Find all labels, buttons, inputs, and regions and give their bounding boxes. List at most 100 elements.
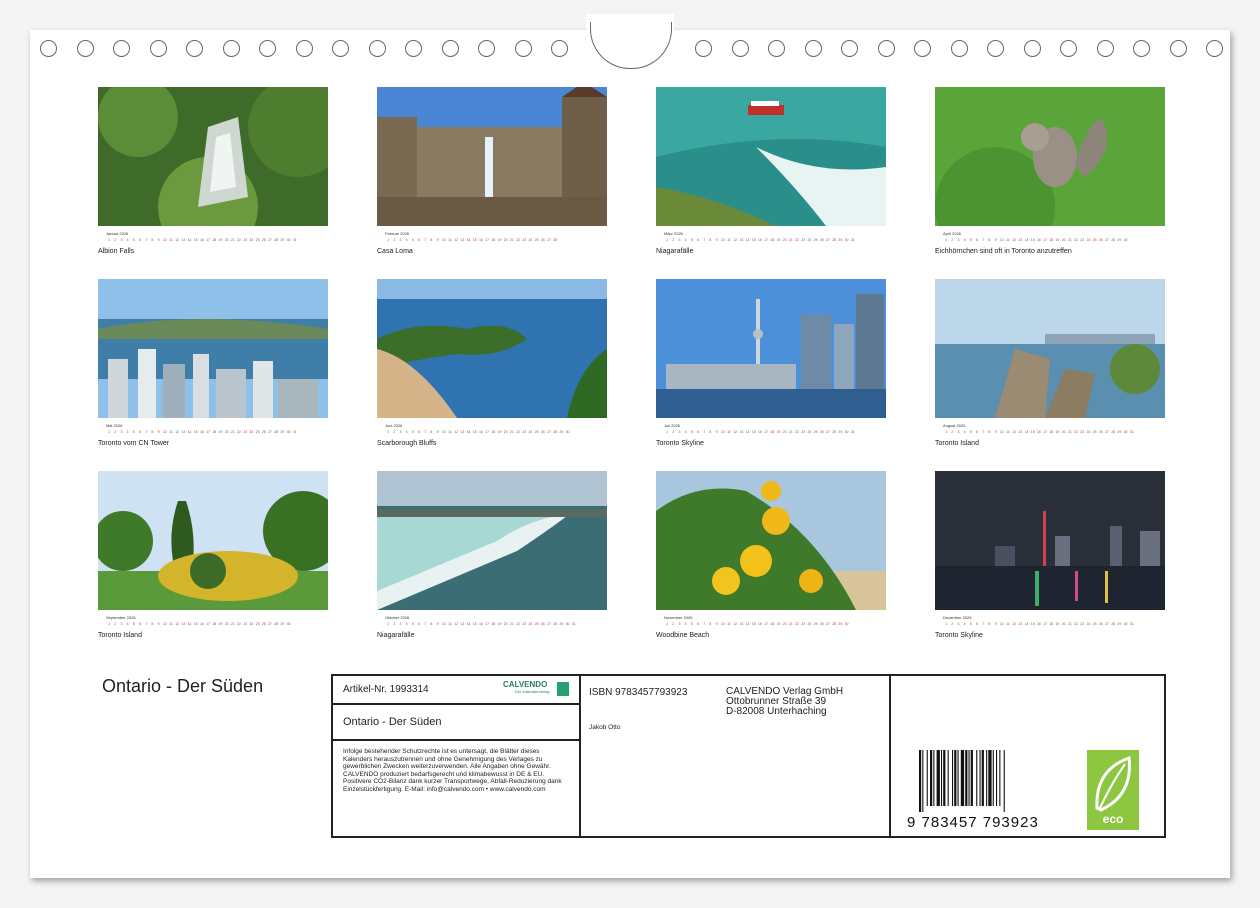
month-photo [935, 471, 1165, 610]
legal-notice: Infolge bestehender Schutzrechte ist es … [343, 748, 562, 793]
imprint-right-column: 9 783457 793923 eco [891, 676, 1164, 836]
binding-hole [1023, 40, 1041, 57]
eco-label: eco [1102, 812, 1124, 826]
binding-hole [551, 40, 568, 57]
day-row: 1 2 3 4 5 6 7 8 9 10 11 12 13 14 15 16 17 18 19 20 21 22 23 24 2… [935, 429, 1165, 435]
day-row: 1 2 3 4 5 6 7 8 9 10 11 12 13 14 15 16 17 18 19 20 21 22 23 24 2… [377, 621, 607, 627]
imprint-box: Artikel-Nr. 1993314 CALVENDO Der Kalende… [331, 674, 1166, 838]
article-row: Artikel-Nr. 1993314 CALVENDO Der Kalende… [333, 676, 579, 705]
publisher-address: CALVENDO Verlag GmbH Ottobrunner Straße … [726, 687, 843, 717]
calendar-icon [557, 682, 569, 696]
photo-caption: Toronto Skyline [656, 440, 704, 447]
binding-hole [1169, 40, 1187, 57]
photo-caption: Niagarafälle [377, 632, 415, 639]
day-number: 30 [286, 622, 291, 626]
binding-hole [1096, 40, 1114, 57]
month-photo [377, 471, 607, 610]
day-row: 1 2 3 4 5 6 7 8 9 10 11 12 13 14 15 16 17 18 19 20 21 22 23 24 2… [377, 237, 607, 243]
day-row: 1 2 3 4 5 6 7 8 9 10 11 12 13 14 15 16 17 18 19 20 21 22 23 24 2… [935, 621, 1165, 627]
calvendo-logo: CALVENDO Der Kalenderverlag [503, 680, 569, 700]
calendar-title: Ontario - Der Süden [102, 676, 264, 696]
photo-caption: Casa Loma [377, 248, 413, 255]
day-row: 1 2 3 4 5 6 7 8 9 10 11 12 13 14 15 16 17 18 19 20 21 22 23 24 2… [98, 429, 328, 435]
month-tile: Dezember 2026 1 2 3 4 5 6 7 8 9 10 11 12 13 14 15 16 17 18… [935, 471, 1165, 639]
article-number: Artikel-Nr. 1993314 [343, 684, 429, 695]
binding-hole [76, 40, 94, 57]
month-tile: Juni 2026 1 2 3 4 5 6 7 8 9 10 11 12 13 14 15 16 17 18 19 20… [377, 279, 607, 447]
month-photo [935, 87, 1165, 226]
month-photo [377, 87, 607, 226]
binding-hole [405, 40, 422, 57]
photo-caption: Albion Falls [98, 248, 135, 255]
month-photo [935, 279, 1165, 418]
month-tile: April 2026 1 2 3 4 5 6 7 8 9 10 11 12 13 14 15 16 17 18 19 2… [935, 87, 1165, 255]
day-row: 1 2 3 4 5 6 7 8 9 10 11 12 13 14 15 16 17 18 19 20 21 22 23 24 2… [656, 429, 886, 435]
barcode-image [919, 750, 1005, 812]
month-photo [98, 471, 328, 610]
month-tile: Januar 2026 1 2 3 4 5 6 7 8 9 10 11 12 13 14 15 16 17 18 19… [98, 87, 328, 255]
day-number: 30 [844, 622, 849, 626]
month-photo [656, 279, 886, 418]
imprint-middle-column: ISBN 9783457793923 Jakob Otto CALVENDO V… [581, 676, 891, 836]
binding-hole [877, 40, 895, 57]
month-tile: Juli 2026 1 2 3 4 5 6 7 8 9 10 11 12 13 14 15 16 17 18 19 20… [656, 279, 886, 447]
day-number: 28 [553, 238, 558, 242]
day-row: 1 2 3 4 5 6 7 8 9 10 11 12 13 14 15 16 17 18 19 20 21 22 23 24 2… [935, 237, 1165, 243]
day-row: 1 2 3 4 5 6 7 8 9 10 11 12 13 14 15 16 17 18 19 20 21 22 23 24 2… [656, 621, 886, 627]
month-tile: Oktober 2026 1 2 3 4 5 6 7 8 9 10 11 12 13 14 15 16 17 18 1… [377, 471, 607, 639]
binding-hole [768, 40, 785, 57]
binding-hole [514, 40, 532, 57]
month-tile: September 2026 1 2 3 4 5 6 7 8 9 10 11 12 13 14 15 16 17 1… [98, 471, 328, 639]
imprint-left-column: Artikel-Nr. 1993314 CALVENDO Der Kalende… [333, 676, 581, 836]
month-photo [377, 279, 607, 418]
month-photo [98, 87, 328, 226]
day-row: 1 2 3 4 5 6 7 8 9 10 11 12 13 14 15 16 17 18 19 20 21 22 23 24 2… [377, 429, 607, 435]
binding-hole [987, 40, 1004, 57]
day-number: 31 [292, 430, 297, 434]
binding-hole [1133, 40, 1150, 57]
month-tile: August 2026 1 2 3 4 5 6 7 8 9 10 11 12 13 14 15 16 17 18 19… [935, 279, 1165, 447]
month-tile: Mai 2026 1 2 3 4 5 6 7 8 9 10 11 12 13 14 15 16 17 18 19 20 2… [98, 279, 328, 447]
binding-hole [368, 40, 386, 57]
photo-caption: Scarborough Bluffs [377, 440, 437, 447]
photo-caption: Eichhörnchen sind oft in Toronto anzutre… [935, 248, 1072, 255]
photo-caption: Toronto Island [935, 440, 979, 447]
photo-caption: Niagarafälle [656, 248, 694, 255]
day-row: 1 2 3 4 5 6 7 8 9 10 11 12 13 14 15 16 17 18 19 20 21 22 23 24 2… [98, 621, 328, 627]
binding-hole [731, 40, 749, 57]
day-number: 31 [850, 430, 855, 434]
photo-caption: Toronto Skyline [935, 632, 983, 639]
binding-hole [259, 40, 276, 57]
day-number: 31 [292, 238, 297, 242]
binding-hole [695, 40, 712, 57]
binding-hole [113, 40, 130, 57]
author: Jakob Otto [589, 724, 621, 731]
publisher-line: D-82008 Unterhaching [726, 706, 827, 717]
photo-caption: Woodbine Beach [656, 632, 710, 639]
day-number: 30 [1123, 238, 1128, 242]
binding-hole [1206, 40, 1223, 57]
month-tile: November 2026 1 2 3 4 5 6 7 8 9 10 11 12 13 14 15 16 17 18… [656, 471, 886, 639]
binding-hole [478, 40, 495, 57]
day-number: 31 [1129, 622, 1134, 626]
binding-hole [914, 40, 931, 57]
photo-caption: Toronto vom CN Tower [98, 440, 170, 447]
isbn: ISBN 9783457793923 [589, 687, 688, 698]
day-number: 31 [571, 622, 576, 626]
day-row: 1 2 3 4 5 6 7 8 9 10 11 12 13 14 15 16 17 18 19 20 21 22 23 24 2… [656, 237, 886, 243]
binding-hole [804, 40, 822, 57]
binding-hole [149, 40, 167, 57]
binding-hole [40, 40, 57, 57]
binding-hole [841, 40, 858, 57]
day-number: 31 [1129, 430, 1134, 434]
binding-hole [441, 40, 459, 57]
day-number: 31 [850, 238, 855, 242]
binding-hole [332, 40, 349, 57]
month-photo [656, 471, 886, 610]
month-photo [656, 87, 886, 226]
barcode-number: 9 783457 793923 [907, 814, 1039, 831]
binding-hole [186, 40, 203, 57]
day-row: 1 2 3 4 5 6 7 8 9 10 11 12 13 14 15 16 17 18 19 20 21 22 23 24 2… [98, 237, 328, 243]
month-tile: Februar 2026 1 2 3 4 5 6 7 8 9 10 11 12 13 14 15 16 17 18 1… [377, 87, 607, 255]
photo-caption: Toronto Island [98, 632, 142, 639]
